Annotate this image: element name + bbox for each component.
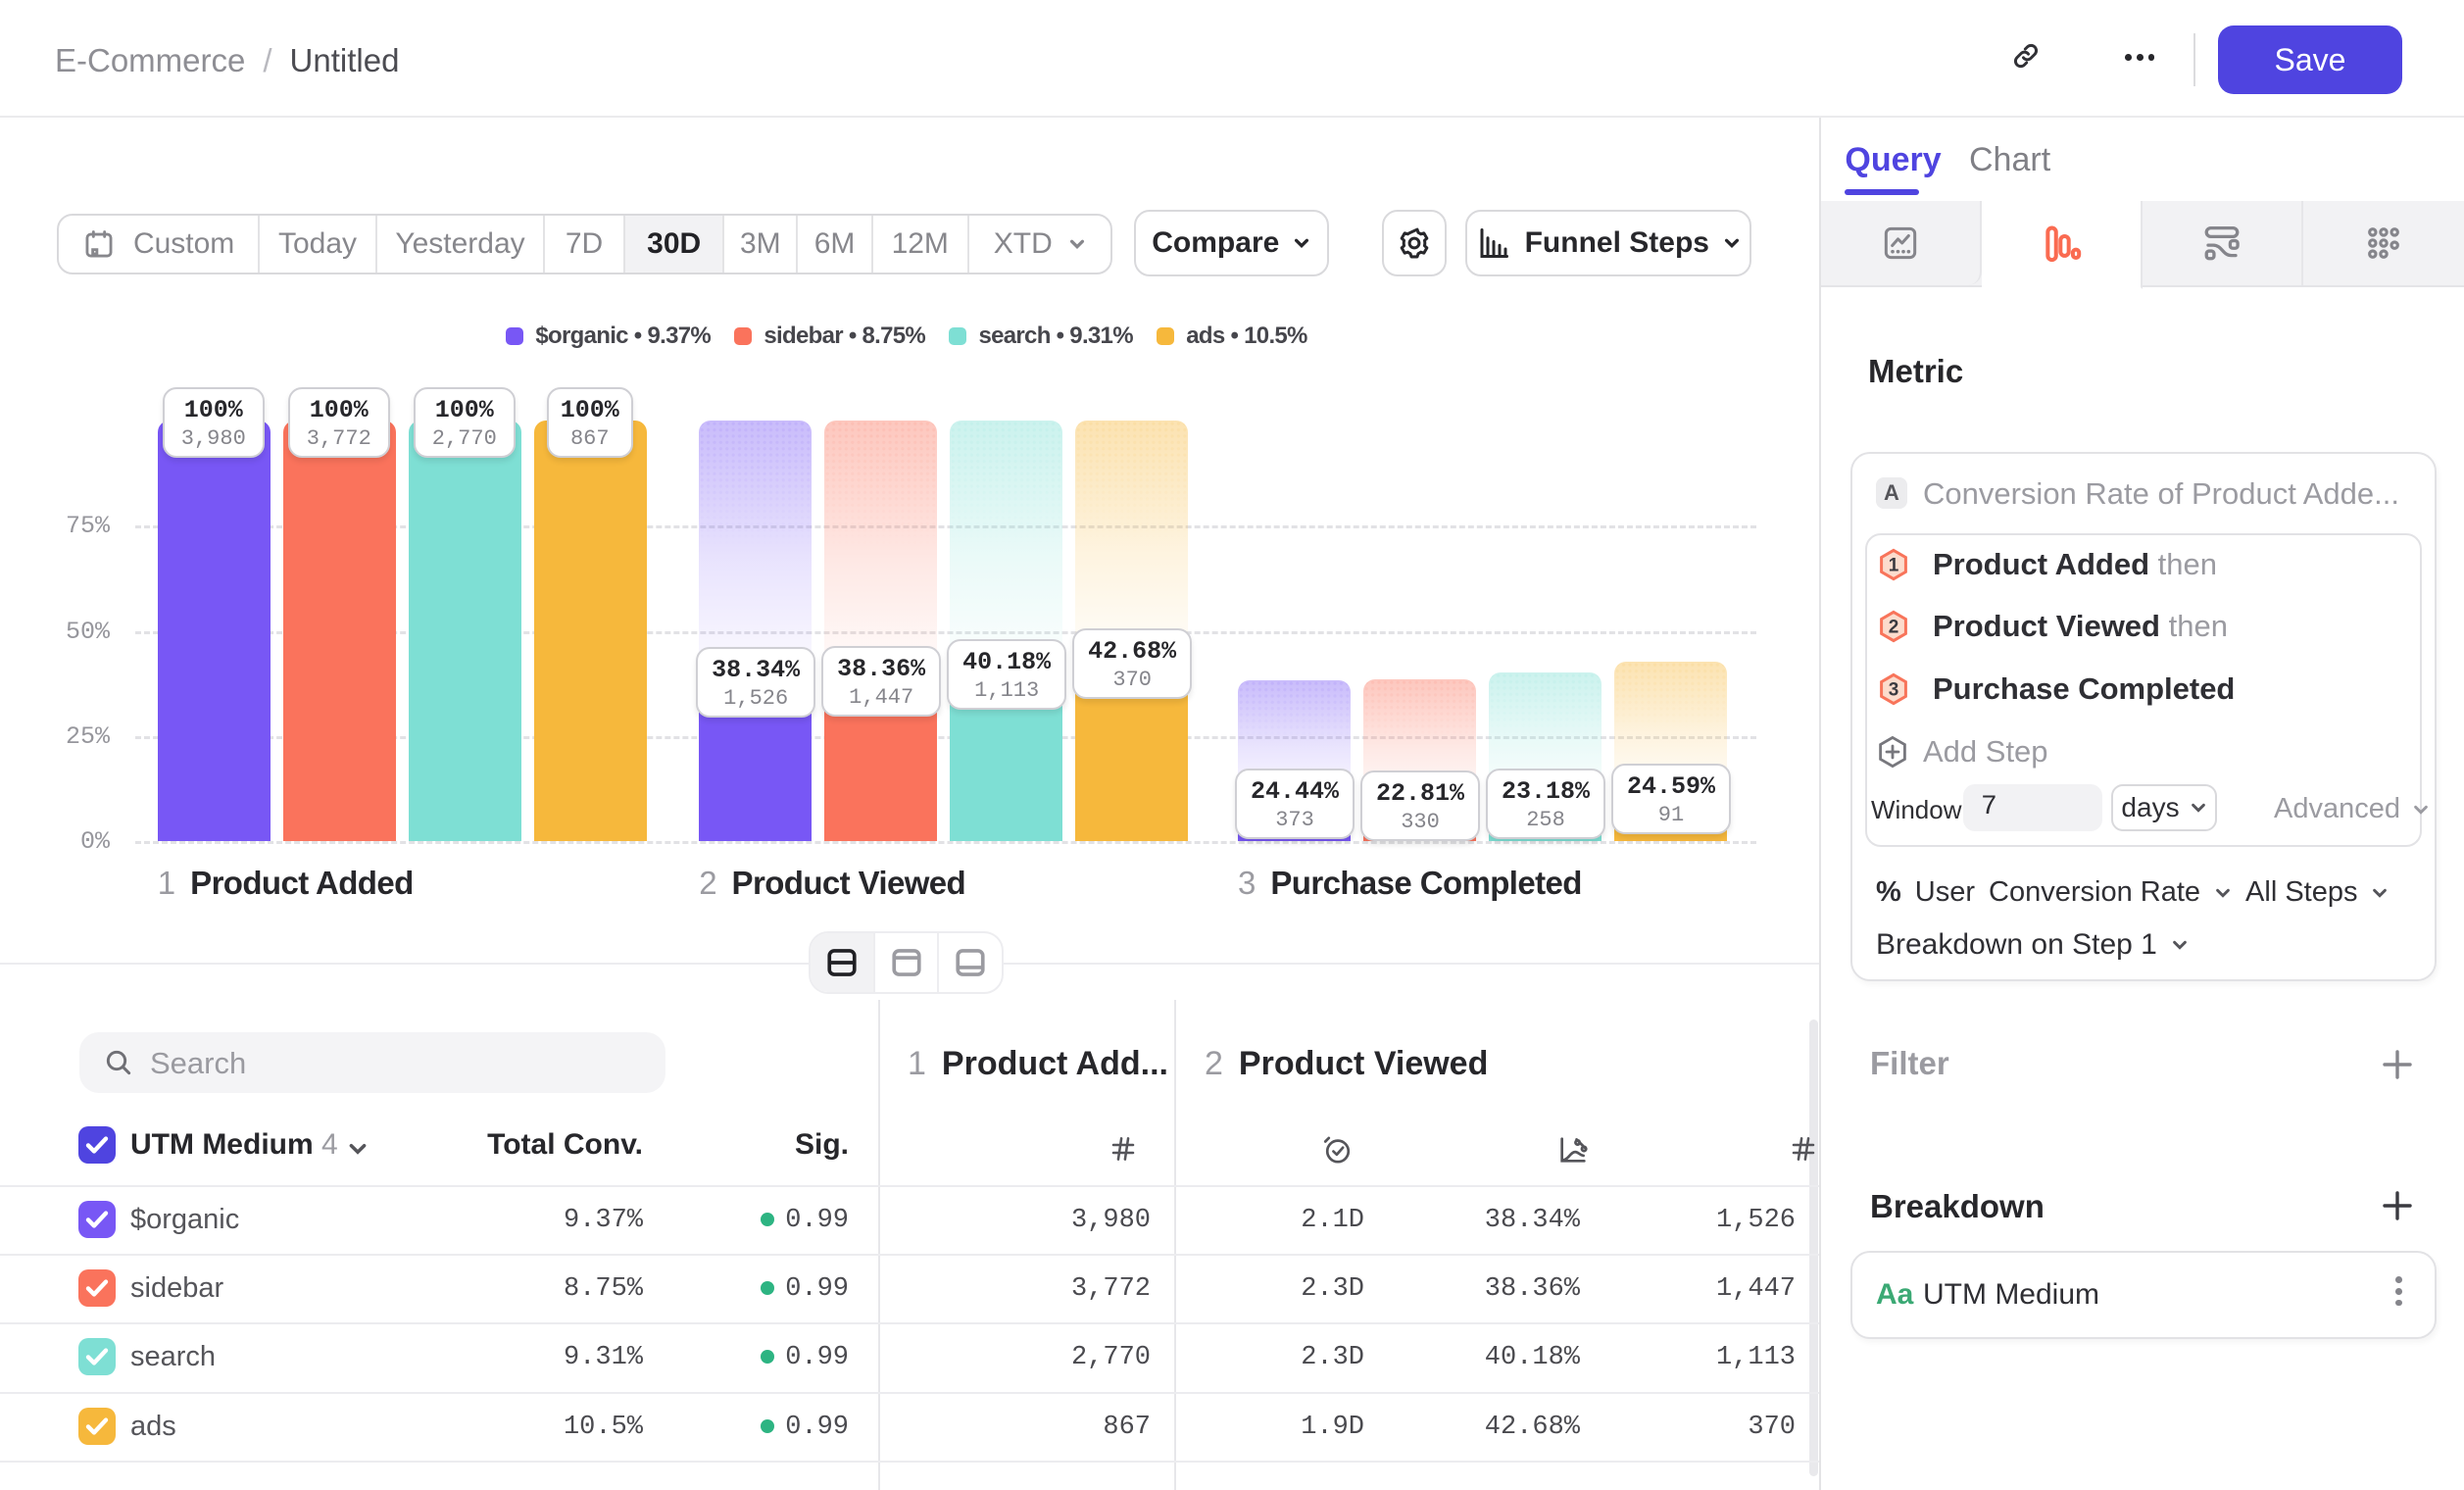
svg-text:3: 3 bbox=[1889, 679, 1899, 700]
svg-text:1: 1 bbox=[1889, 555, 1899, 575]
svg-text:2: 2 bbox=[1889, 617, 1899, 637]
